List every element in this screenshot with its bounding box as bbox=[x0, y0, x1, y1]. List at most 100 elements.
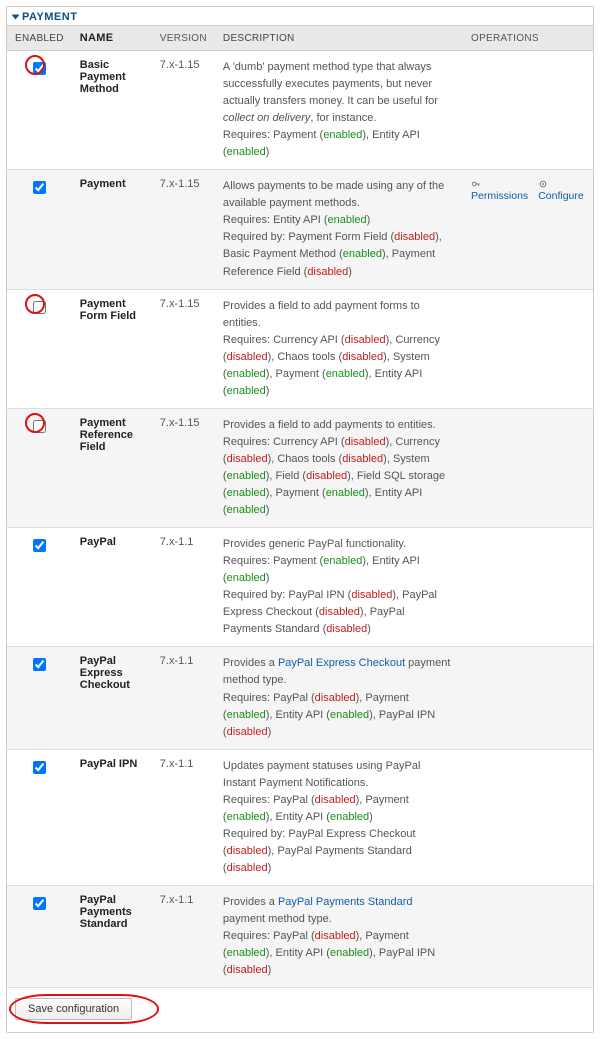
desc-text: Provides a PayPal Payments Standard paym… bbox=[223, 894, 455, 928]
desc-text: A 'dumb' payment method type that always… bbox=[223, 59, 455, 127]
dep-name: Payment bbox=[365, 930, 408, 942]
dep-status: disabled bbox=[345, 334, 386, 346]
enable-checkbox-wrap bbox=[29, 417, 49, 436]
enable-checkbox[interactable] bbox=[33, 658, 46, 671]
module-operations bbox=[463, 408, 593, 527]
desc-text: Updates payment statuses using PayPal In… bbox=[223, 758, 455, 792]
module-operations: Permissions Configure bbox=[463, 170, 593, 289]
requires-line: Requires: Payment (enabled), Entity API … bbox=[223, 127, 455, 161]
dep-name: Entity API bbox=[276, 811, 324, 823]
module-version: 7.x-1.15 bbox=[152, 51, 215, 170]
table-row: PayPal Express Checkout7.x-1.1Provides a… bbox=[7, 647, 593, 749]
requires-line: Requires: PayPal (disabled), Payment (en… bbox=[223, 928, 455, 979]
requires-line: Requires: PayPal (disabled), Payment (en… bbox=[223, 690, 455, 741]
module-name: PayPal Express Checkout bbox=[72, 647, 152, 749]
enable-checkbox[interactable] bbox=[33, 420, 46, 433]
enable-checkbox-wrap bbox=[29, 894, 49, 913]
dep-name: Payment bbox=[276, 487, 319, 499]
desc-text: Provides generic PayPal functionality. bbox=[223, 536, 455, 553]
module-version: 7.x-1.1 bbox=[152, 647, 215, 749]
desc-text: Provides a field to add payment forms to… bbox=[223, 298, 455, 332]
enable-checkbox[interactable] bbox=[33, 897, 46, 910]
enable-checkbox-wrap bbox=[29, 758, 49, 777]
enable-checkbox-wrap bbox=[29, 298, 49, 317]
desc-text: Allows payments to be made using any of … bbox=[223, 178, 455, 212]
dep-name: Currency API bbox=[273, 334, 338, 346]
module-description: A 'dumb' payment method type that always… bbox=[215, 51, 463, 170]
enable-checkbox[interactable] bbox=[33, 181, 46, 194]
dep-name: Field bbox=[276, 470, 300, 482]
save-button[interactable]: Save configuration bbox=[15, 998, 132, 1020]
dep-status: enabled bbox=[227, 470, 266, 482]
dep-name: PayPal Express Checkout bbox=[288, 828, 415, 840]
dep-status: disabled bbox=[227, 862, 268, 874]
dep-status: disabled bbox=[227, 964, 268, 976]
module-operations bbox=[463, 647, 593, 749]
dep-name: Entity API bbox=[372, 129, 420, 141]
table-row: Payment7.x-1.15Allows payments to be mad… bbox=[7, 170, 593, 289]
requires-line: Requires: PayPal (disabled), Payment (en… bbox=[223, 792, 455, 826]
fieldset-legend[interactable]: PAYMENT bbox=[7, 7, 593, 25]
module-version: 7.x-1.15 bbox=[152, 289, 215, 408]
dep-name: System bbox=[393, 351, 430, 363]
dep-name: Basic Payment Method bbox=[223, 248, 336, 260]
dep-status: enabled bbox=[227, 385, 266, 397]
required-by-line: Required by: Payment Form Field (disable… bbox=[223, 229, 455, 280]
dep-name: Field SQL storage bbox=[357, 470, 445, 482]
dep-name: PayPal bbox=[273, 794, 308, 806]
configure-link[interactable]: Configure bbox=[538, 190, 584, 202]
dep-status: enabled bbox=[330, 811, 369, 823]
dep-name: PayPal IPN bbox=[288, 589, 344, 601]
table-row: PayPal7.x-1.1Provides generic PayPal fun… bbox=[7, 528, 593, 647]
requires-line: Requires: Payment (enabled), Entity API … bbox=[223, 553, 455, 587]
module-name: PayPal IPN bbox=[72, 749, 152, 885]
dep-status: disabled bbox=[342, 453, 383, 465]
enable-checkbox[interactable] bbox=[33, 62, 46, 75]
dep-name: Entity API bbox=[375, 487, 423, 499]
col-desc-header: DESCRIPTION bbox=[215, 26, 463, 51]
dep-status: enabled bbox=[227, 709, 266, 721]
dep-status: disabled bbox=[227, 845, 268, 857]
enable-checkbox[interactable] bbox=[33, 301, 46, 314]
desc-link[interactable]: PayPal Payments Standard bbox=[278, 896, 413, 908]
requires-line: Requires: Currency API (disabled), Curre… bbox=[223, 332, 455, 400]
payment-fieldset: PAYMENT ENABLED NAME VERSION DESCRIPTION… bbox=[6, 6, 594, 1033]
module-operations bbox=[463, 885, 593, 987]
module-name: Payment bbox=[72, 170, 152, 289]
table-row: Basic Payment Method7.x-1.15A 'dumb' pay… bbox=[7, 51, 593, 170]
dep-name: Payment bbox=[365, 794, 408, 806]
dep-status: disabled bbox=[345, 436, 386, 448]
actions-row: Save configuration bbox=[7, 988, 593, 1032]
module-version: 7.x-1.1 bbox=[152, 749, 215, 885]
dep-status: enabled bbox=[328, 214, 367, 226]
key-icon bbox=[471, 179, 481, 189]
module-operations bbox=[463, 749, 593, 885]
dep-name: Entity API bbox=[372, 555, 420, 567]
dep-status: enabled bbox=[227, 368, 266, 380]
dep-name: PayPal Payments Standard bbox=[277, 845, 412, 857]
col-enabled-header: ENABLED bbox=[7, 26, 72, 51]
enable-checkbox[interactable] bbox=[33, 539, 46, 552]
permissions-link-wrap: Permissions bbox=[471, 178, 528, 202]
dep-name: PayPal IPN bbox=[379, 947, 435, 959]
col-ops-header: OPERATIONS bbox=[463, 26, 593, 51]
permissions-link[interactable]: Permissions bbox=[471, 190, 528, 202]
dep-status: enabled bbox=[227, 811, 266, 823]
dep-name: PayPal bbox=[273, 692, 308, 704]
desc-link[interactable]: PayPal Express Checkout bbox=[278, 657, 405, 669]
gear-icon bbox=[538, 179, 548, 189]
dep-status: disabled bbox=[227, 351, 268, 363]
dep-name: Payment bbox=[365, 692, 408, 704]
module-description: Allows payments to be made using any of … bbox=[215, 170, 463, 289]
module-description: Provides a PayPal Payments Standard paym… bbox=[215, 885, 463, 987]
required-by-line: Required by: PayPal Express Checkout (di… bbox=[223, 826, 455, 877]
table-row: Payment Reference Field7.x-1.15Provides … bbox=[7, 408, 593, 527]
enable-checkbox-wrap bbox=[29, 655, 49, 674]
module-name: Payment Form Field bbox=[72, 289, 152, 408]
dep-status: disabled bbox=[315, 692, 356, 704]
dep-name: Payment Form Field bbox=[288, 231, 387, 243]
dep-name: Entity API bbox=[276, 947, 324, 959]
module-version: 7.x-1.15 bbox=[152, 408, 215, 527]
enable-checkbox[interactable] bbox=[33, 761, 46, 774]
module-name: PayPal Payments Standard bbox=[72, 885, 152, 987]
